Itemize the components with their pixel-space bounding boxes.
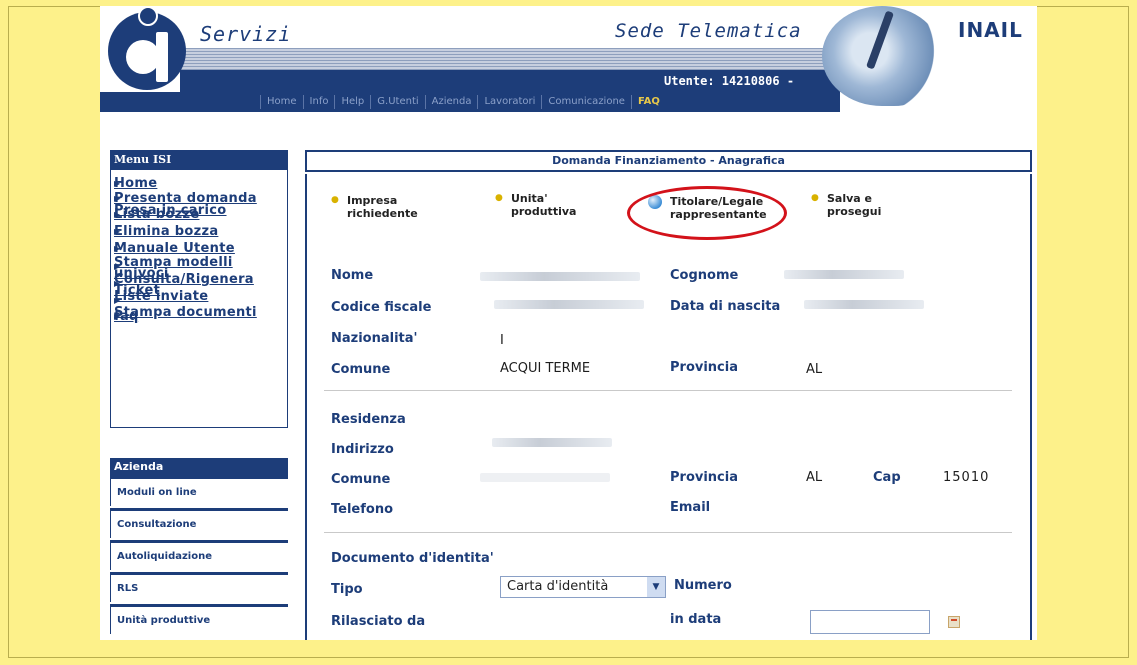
menu-item-lista-bozze[interactable]: ▶ Lista bozze bbox=[114, 208, 284, 221]
email-label: Email bbox=[670, 500, 711, 515]
user-id: Utente: 14210806 - bbox=[664, 74, 795, 88]
comune-residenza-field[interactable] bbox=[480, 473, 610, 482]
step-bullet-icon: ● bbox=[331, 195, 339, 205]
servizi-title: Servizi bbox=[200, 22, 292, 46]
cap-value: 15010 bbox=[943, 470, 990, 485]
header-stripe bbox=[180, 48, 830, 70]
azienda-unita-produttive[interactable]: Unità produttive bbox=[110, 604, 288, 634]
inail-logo-icon bbox=[108, 6, 186, 90]
comune-label: Comune bbox=[331, 362, 391, 377]
step-salva-prosegui[interactable]: ● Salva e prosegui bbox=[811, 192, 881, 218]
menu-item-stampa-modelli[interactable]: ▶ Stampa modelli univoci bbox=[114, 256, 284, 280]
telefono-label: Telefono bbox=[331, 502, 394, 517]
calendar-icon[interactable] bbox=[948, 616, 960, 628]
data-nascita-field[interactable] bbox=[804, 300, 924, 309]
codice-fiscale-field[interactable] bbox=[494, 300, 644, 309]
menu-item-elimina-bozza[interactable]: ▶ Elimina bozza bbox=[114, 225, 284, 238]
section-divider bbox=[324, 390, 1012, 391]
step-unita-produttiva[interactable]: ● Unita' produttiva bbox=[495, 192, 576, 218]
sede-telematica-title: Sede Telematica bbox=[615, 20, 802, 42]
indirizzo-label: Indirizzo bbox=[331, 442, 394, 457]
menu-isi-list: ▶ Home ▶ Presenta domanda Presa in carico … bbox=[114, 177, 284, 326]
menu-item-manuale-utente[interactable]: ▶ Manuale Utente bbox=[114, 242, 284, 255]
chevron-down-icon: ▼ bbox=[647, 577, 665, 597]
menu-isi-title: Menu ISI bbox=[110, 150, 288, 170]
nome-field[interactable] bbox=[480, 272, 640, 281]
rilasciato-label: Rilasciato da bbox=[331, 614, 426, 629]
azienda-autoliquidazione[interactable]: Autoliquidazione bbox=[110, 540, 288, 570]
step-impresa-richiedente[interactable]: ● Impresa richiedente bbox=[331, 194, 418, 220]
tipo-select[interactable]: Carta d'identità ▼ bbox=[500, 576, 666, 598]
step-bullet-icon: ● bbox=[811, 193, 819, 203]
nav-comunicazione[interactable]: Comunicazione bbox=[541, 95, 631, 109]
provincia-residenza-value: AL bbox=[806, 470, 823, 485]
panel-title: Domanda Finanziamento - Anagrafica bbox=[305, 150, 1032, 172]
data-nascita-label: Data di nascita bbox=[670, 299, 781, 314]
nav-lavoratori[interactable]: Lavoratori bbox=[477, 95, 541, 109]
comune-residenza-label: Comune bbox=[331, 472, 391, 487]
nav-info[interactable]: Info bbox=[302, 95, 335, 109]
nazionalita-value: I bbox=[500, 333, 504, 348]
codice-fiscale-label: Codice fiscale bbox=[331, 300, 432, 315]
documento-label: Documento d'identita' bbox=[331, 551, 494, 566]
menu-item-liste-inviate[interactable]: ▶ Liste inviate bbox=[114, 290, 284, 306]
nav-home[interactable]: Home bbox=[260, 95, 303, 109]
inail-brand: INAIL bbox=[958, 18, 1023, 42]
top-nav: Home Info Help G.Utenti Azienda Lavorato… bbox=[100, 92, 840, 112]
highlight-circle bbox=[627, 186, 787, 240]
nome-label: Nome bbox=[331, 268, 374, 283]
indirizzo-field[interactable] bbox=[492, 438, 612, 447]
menu-item-consulta-rigenera[interactable]: ▶ Consulta/Rigenera Ticket bbox=[114, 273, 284, 297]
residenza-label: Residenza bbox=[331, 412, 406, 427]
cognome-field[interactable] bbox=[784, 270, 904, 279]
provincia-residenza-label: Provincia bbox=[670, 470, 738, 485]
cap-label: Cap bbox=[873, 470, 901, 485]
azienda-moduli-online[interactable]: Moduli on line bbox=[110, 476, 288, 506]
page: Utente: 14210806 - Home Info Help G.Uten… bbox=[100, 6, 1037, 640]
step-bullet-icon: ● bbox=[495, 193, 503, 203]
azienda-title: Azienda bbox=[110, 458, 288, 476]
tipo-label: Tipo bbox=[331, 582, 363, 597]
form-panel bbox=[305, 174, 1032, 640]
cognome-label: Cognome bbox=[670, 268, 739, 283]
provincia-value: AL bbox=[806, 362, 823, 377]
in-data-label: in data bbox=[670, 612, 722, 627]
provincia-label: Provincia bbox=[670, 360, 738, 375]
azienda-rls[interactable]: RLS bbox=[110, 572, 288, 602]
numero-label: Numero bbox=[674, 578, 732, 593]
nav-gutenti[interactable]: G.Utenti bbox=[370, 95, 424, 109]
user-bar: Utente: 14210806 - bbox=[180, 70, 860, 92]
azienda-consultazione[interactable]: Consultazione bbox=[110, 508, 288, 538]
nav-azienda[interactable]: Azienda bbox=[424, 95, 478, 109]
comune-value: ACQUI TERME bbox=[500, 361, 591, 376]
nav-help[interactable]: Help bbox=[334, 95, 370, 109]
section-divider bbox=[324, 532, 1012, 533]
in-data-input[interactable] bbox=[810, 610, 930, 634]
nazionalita-label: Nazionalita' bbox=[331, 331, 418, 346]
nav-faq[interactable]: FAQ bbox=[630, 95, 666, 109]
menu-item-home[interactable]: ▶ Home bbox=[114, 177, 284, 190]
